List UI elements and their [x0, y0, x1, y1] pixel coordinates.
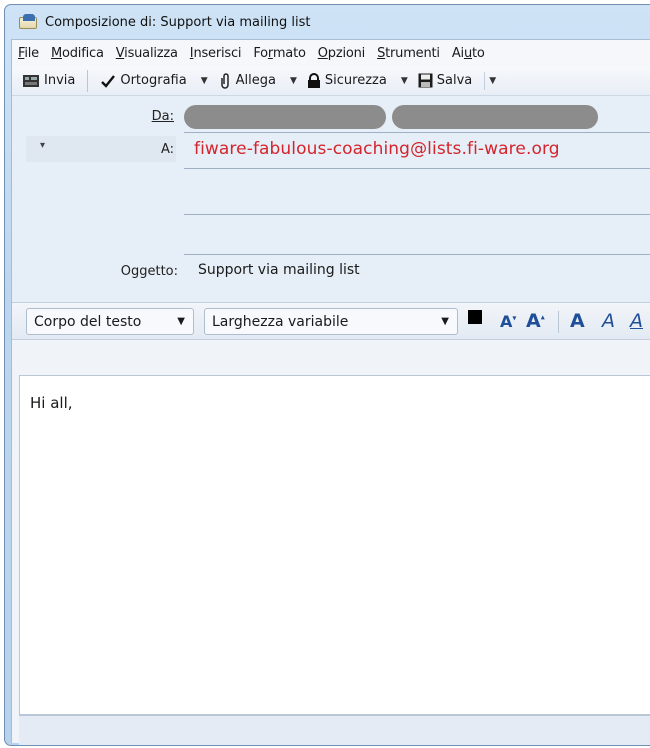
window-title: Composizione di: Support via mailing lis…: [45, 14, 311, 30]
menu-bar: File Modifica Visualizza Inserisci Forma…: [12, 40, 650, 66]
recipient-row-2-divider[interactable]: [184, 214, 650, 215]
to-address-field[interactable]: fiware-fabulous-coaching@lists.fi-ware.o…: [194, 139, 560, 159]
message-body-text[interactable]: Hi all,: [30, 394, 73, 412]
font-family-value: Larghezza variabile: [212, 313, 349, 330]
menu-format[interactable]: Formato: [253, 46, 306, 61]
send-icon: [22, 73, 40, 89]
subject-label: Oggetto:: [120, 264, 178, 279]
from-label: Da:: [151, 109, 174, 124]
font-family-select[interactable]: Larghezza variabile ▼: [204, 308, 458, 335]
menu-options[interactable]: Opzioni: [318, 46, 366, 61]
message-body-editor[interactable]: Hi all,: [19, 375, 650, 715]
save-button[interactable]: Salva: [414, 69, 477, 93]
send-button[interactable]: Invia: [18, 69, 79, 93]
menu-file[interactable]: File: [18, 46, 39, 61]
status-bar: [19, 715, 650, 745]
italic-button[interactable]: A: [602, 310, 615, 332]
checkmark-icon: [100, 73, 116, 89]
lock-icon: [307, 72, 321, 89]
address-headers: Da: ▾ A: fiware-fabulous-coaching@lists.…: [12, 96, 650, 302]
subject-field[interactable]: Support via mailing list: [198, 262, 360, 278]
save-label: Salva: [436, 73, 473, 88]
toolbar-separator: [87, 69, 89, 92]
security-label: Sicurezza: [324, 73, 387, 88]
from-address-redacted[interactable]: [184, 105, 386, 129]
attach-button[interactable]: Allega: [214, 69, 280, 93]
chevron-down-icon: ▼: [441, 316, 449, 327]
send-label: Invia: [44, 73, 76, 88]
security-button[interactable]: Sicurezza: [303, 69, 391, 93]
security-dropdown-arrow[interactable]: ▼: [401, 76, 408, 86]
compose-app-icon: [19, 14, 37, 30]
from-divider: [184, 132, 650, 133]
attach-dropdown-arrow[interactable]: ▼: [290, 76, 297, 86]
toolbar-separator: [484, 71, 486, 90]
chevron-down-icon: ▼: [177, 316, 185, 327]
spelling-button[interactable]: Ortografia: [96, 69, 190, 93]
spelling-label: Ortografia: [120, 73, 187, 88]
underline-button[interactable]: A: [630, 310, 643, 332]
from-address-redacted-2[interactable]: [392, 105, 598, 129]
to-divider: [184, 168, 650, 169]
menu-help[interactable]: Aiuto: [452, 46, 485, 61]
font-larger-button[interactable]: A▴: [526, 310, 545, 332]
title-bar[interactable]: Composizione di: Support via mailing lis…: [5, 5, 650, 39]
paperclip-icon: [218, 72, 232, 89]
menu-edit[interactable]: Modifica: [51, 46, 104, 61]
spelling-dropdown-arrow[interactable]: ▼: [201, 76, 208, 86]
format-toolbar: Corpo del testo ▼ Larghezza variabile ▼ …: [12, 302, 650, 340]
format-separator: [558, 311, 559, 333]
text-color-swatch[interactable]: [468, 310, 482, 324]
recipient-row-3-divider[interactable]: [184, 254, 650, 255]
recipient-type-dropdown-icon[interactable]: ▾: [40, 140, 45, 151]
menu-view[interactable]: Visualizza: [116, 46, 178, 61]
menu-insert[interactable]: Inserisci: [190, 46, 242, 61]
attach-label: Allega: [235, 73, 276, 88]
paragraph-style-value: Corpo del testo: [34, 313, 142, 330]
floppy-icon: [418, 73, 433, 88]
paragraph-style-select[interactable]: Corpo del testo ▼: [26, 308, 194, 335]
compose-window: Composizione di: Support via mailing lis…: [4, 4, 650, 746]
to-label: A:: [160, 142, 174, 157]
menu-tools[interactable]: Strumenti: [377, 46, 440, 61]
main-toolbar: Invia Ortografia ▼ Allega ▼ Sicurezza ▼ …: [12, 66, 650, 96]
font-smaller-button[interactable]: A▾: [500, 312, 516, 331]
bold-button[interactable]: A: [570, 310, 585, 332]
save-dropdown-arrow[interactable]: ▼: [489, 76, 496, 86]
